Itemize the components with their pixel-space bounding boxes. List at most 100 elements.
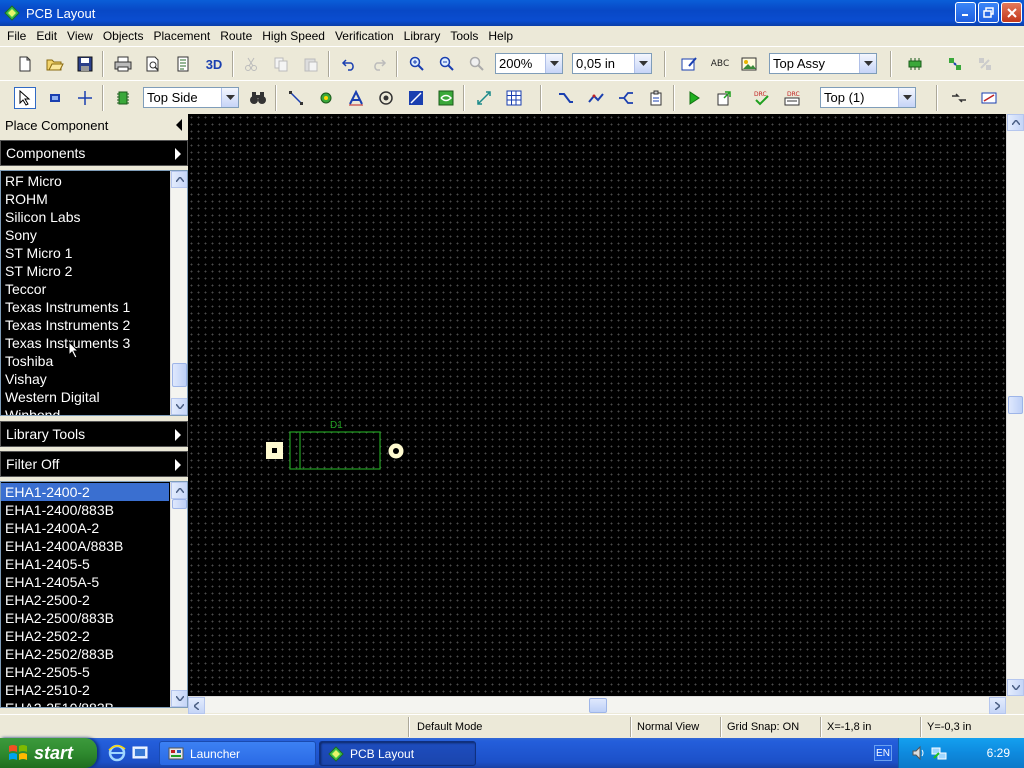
scroll-left-icon[interactable]: [188, 697, 205, 714]
list-item[interactable]: EHA2-2500/883B: [1, 609, 169, 627]
cut-icon[interactable]: [240, 53, 262, 75]
undo-icon[interactable]: [338, 53, 360, 75]
board-side-combo[interactable]: Top Side: [143, 87, 239, 108]
component-green-icon[interactable]: [904, 53, 926, 75]
menu-objects[interactable]: Objects: [98, 29, 149, 43]
list-item[interactable]: Texas Instruments 2: [1, 316, 169, 334]
scroll-thumb[interactable]: [172, 363, 187, 387]
list-item[interactable]: ST Micro 1: [1, 244, 169, 262]
menu-library[interactable]: Library: [399, 29, 446, 43]
list-item[interactable]: RF Micro: [1, 172, 169, 190]
volume-icon[interactable]: [911, 745, 927, 761]
route-trace-icon[interactable]: [555, 87, 577, 109]
list-item[interactable]: Vishay: [1, 370, 169, 388]
menu-tools[interactable]: Tools: [445, 29, 483, 43]
picture-icon[interactable]: [738, 53, 760, 75]
expand-right-icon[interactable]: [174, 429, 182, 441]
menu-high-speed[interactable]: High Speed: [257, 29, 330, 43]
scroll-up-icon[interactable]: [1007, 114, 1024, 131]
list-item[interactable]: Sony: [1, 226, 169, 244]
zoom-in-icon[interactable]: [406, 53, 428, 75]
scroll-thumb[interactable]: [1008, 396, 1023, 414]
close-button[interactable]: [1001, 2, 1022, 23]
list-item[interactable]: Texas Instruments 3: [1, 334, 169, 352]
new-file-icon[interactable]: [14, 53, 36, 75]
drc-check-icon[interactable]: DRC: [751, 87, 773, 109]
list-item[interactable]: EHA2-2510/883B: [1, 699, 169, 707]
binoculars-icon[interactable]: [247, 87, 269, 109]
language-indicator[interactable]: EN: [874, 745, 892, 761]
filter-header[interactable]: Filter Off: [0, 451, 188, 477]
chevron-down-icon[interactable]: [634, 54, 651, 73]
network-icon[interactable]: [931, 745, 947, 761]
menu-edit[interactable]: Edit: [31, 29, 62, 43]
text-tool-icon[interactable]: [345, 87, 367, 109]
layer-combo[interactable]: Top (1): [820, 87, 916, 108]
taskbar-launcher-button[interactable]: Launcher: [159, 741, 316, 766]
canvas-vertical-scrollbar[interactable]: [1006, 114, 1024, 696]
list-item[interactable]: EHA2-2505-5: [1, 663, 169, 681]
assembly-layer-combo[interactable]: Top Assy: [769, 53, 877, 74]
list-item-selected[interactable]: EHA1-2400-2: [1, 483, 169, 501]
crosshair-icon[interactable]: [74, 87, 96, 109]
list-item[interactable]: EHA2-2502/883B: [1, 645, 169, 663]
grid-size-combo[interactable]: 0,05 in: [572, 53, 652, 74]
library-tools-header[interactable]: Library Tools: [0, 421, 188, 447]
start-button[interactable]: start: [0, 738, 97, 768]
list-item[interactable]: EHA1-2400A-2: [1, 519, 169, 537]
manufacturer-scrollbar[interactable]: [170, 171, 187, 415]
part-list[interactable]: EHA1-2400-2 EHA1-2400/883B EHA1-2400A-2 …: [0, 481, 188, 708]
diode-footprint[interactable]: [266, 431, 404, 470]
menu-file[interactable]: File: [2, 29, 31, 43]
scroll-up-icon[interactable]: [171, 171, 187, 188]
clipboard-route-icon[interactable]: [645, 87, 667, 109]
show-desktop-icon[interactable]: [131, 744, 149, 762]
scroll-thumb[interactable]: [589, 698, 607, 713]
internet-explorer-icon[interactable]: [108, 744, 126, 762]
list-item[interactable]: EHA1-2400A/883B: [1, 537, 169, 555]
collapse-left-icon[interactable]: [175, 119, 183, 131]
list-item[interactable]: Texas Instruments 1: [1, 298, 169, 316]
report-icon[interactable]: [172, 53, 194, 75]
print-icon[interactable]: [112, 53, 134, 75]
zoom-out-icon[interactable]: [436, 53, 458, 75]
signal-route-icon[interactable]: [978, 87, 1000, 109]
list-item[interactable]: EHA2-2510-2: [1, 681, 169, 699]
export-icon[interactable]: [713, 87, 735, 109]
chevron-down-icon[interactable]: [545, 54, 562, 73]
list-item[interactable]: EHA2-2502-2: [1, 627, 169, 645]
mounting-hole-icon[interactable]: [375, 87, 397, 109]
components-header[interactable]: Components: [0, 140, 188, 166]
polygon-fill-icon[interactable]: [405, 87, 427, 109]
disabled-tool-icon[interactable]: [974, 53, 996, 75]
save-icon[interactable]: [74, 53, 96, 75]
move-component-icon[interactable]: [944, 53, 966, 75]
copper-pour-icon[interactable]: [435, 87, 457, 109]
place-component-header[interactable]: Place Component: [0, 114, 188, 136]
menu-help[interactable]: Help: [483, 29, 518, 43]
restore-button[interactable]: [978, 2, 999, 23]
manufacturer-list[interactable]: RF Micro ROHM Silicon Labs Sony ST Micro…: [0, 170, 188, 416]
select-pointer-icon[interactable]: [14, 87, 36, 109]
view-3d-button[interactable]: 3D: [202, 53, 226, 75]
list-item[interactable]: EHA2-2500-2: [1, 591, 169, 609]
menu-view[interactable]: View: [62, 29, 98, 43]
chevron-down-icon[interactable]: [898, 88, 915, 107]
paste-icon[interactable]: [300, 53, 322, 75]
chevron-down-icon[interactable]: [859, 54, 876, 73]
list-item[interactable]: ROHM: [1, 190, 169, 208]
pad-icon[interactable]: [44, 87, 66, 109]
zoom-previous-icon[interactable]: [466, 53, 488, 75]
open-folder-icon[interactable]: [44, 53, 66, 75]
list-item[interactable]: Silicon Labs: [1, 208, 169, 226]
taskbar-pcb-layout-button[interactable]: PCB Layout: [319, 741, 476, 766]
dimension-icon[interactable]: [473, 87, 495, 109]
list-item[interactable]: ST Micro 2: [1, 262, 169, 280]
part-scrollbar[interactable]: [170, 482, 187, 707]
drc-list-icon[interactable]: DRC: [781, 87, 803, 109]
route-edit-icon[interactable]: [585, 87, 607, 109]
minimize-button[interactable]: [955, 2, 976, 23]
menu-placement[interactable]: Placement: [149, 29, 216, 43]
table-grid-icon[interactable]: [503, 87, 525, 109]
scroll-right-icon[interactable]: [989, 697, 1006, 714]
